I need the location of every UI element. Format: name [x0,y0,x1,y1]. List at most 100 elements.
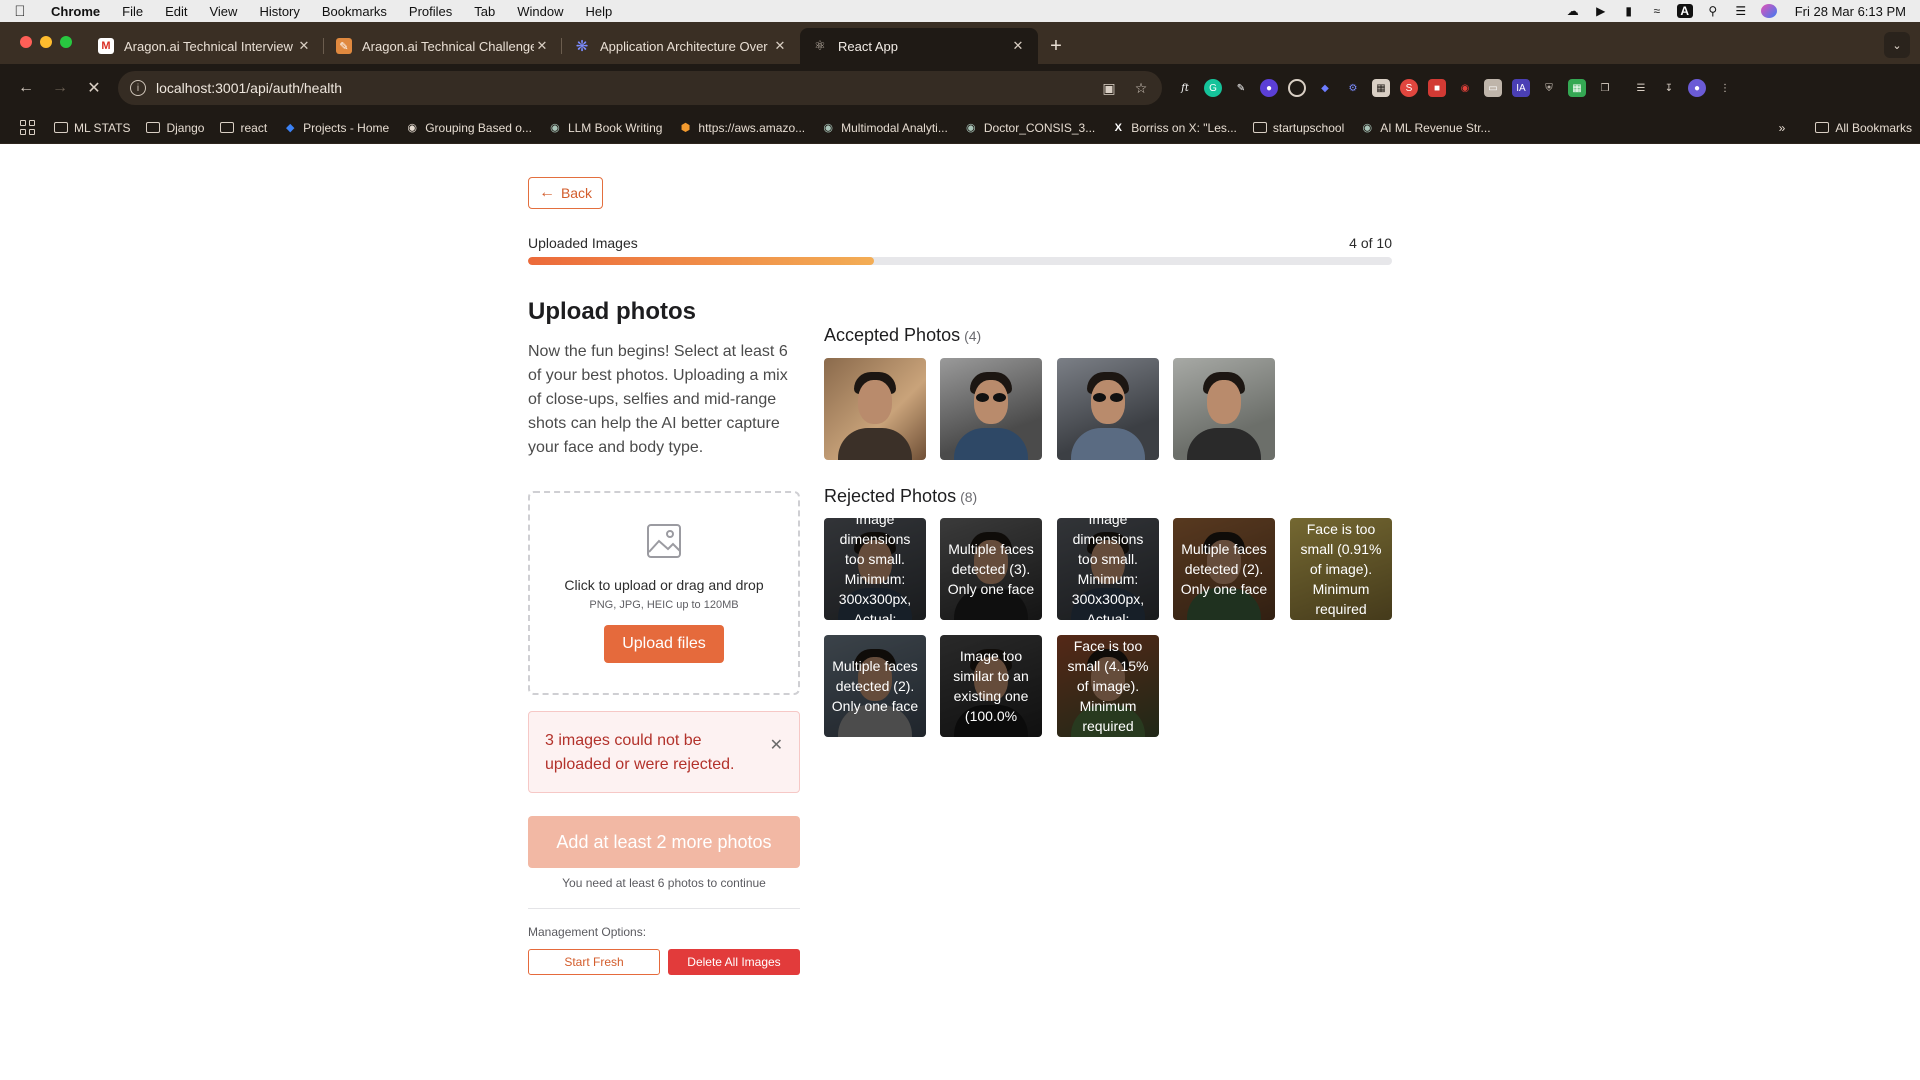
close-tab-icon[interactable]: ✕ [772,38,788,54]
reading-list-icon[interactable]: ☰ [1632,79,1650,97]
accepted-photo[interactable] [1173,358,1275,460]
close-window-icon[interactable] [20,36,32,48]
extension-ft-icon[interactable]: ft [1176,79,1194,97]
site-info-icon[interactable]: i [130,80,146,96]
rejected-photo[interactable]: Image too similar to an existing one (10… [940,635,1042,737]
more-bookmarks-icon[interactable]: » [1771,121,1794,135]
upload-files-button[interactable]: Upload files [604,625,724,663]
grammarly-icon[interactable]: G [1204,79,1222,97]
new-tab-icon[interactable]: + [1038,28,1074,64]
bookmark-folder[interactable]: startupschool [1245,121,1352,135]
menu-app-name[interactable]: Chrome [40,4,111,19]
close-tab-icon[interactable]: ✕ [1010,38,1026,54]
tab-react-app[interactable]: ⚛ React App ✕ [800,28,1038,64]
back-button[interactable]: ← Back [528,177,603,209]
bookmark-folder[interactable]: ML STATS [46,121,138,135]
scribe-icon[interactable]: S [1400,79,1418,97]
accepted-photo[interactable] [824,358,926,460]
control-center-icon[interactable]: ☰ [1733,4,1749,18]
delete-all-images-button[interactable]: Delete All Images [668,949,800,975]
menu-file[interactable]: File [111,4,154,19]
menu-window[interactable]: Window [506,4,574,19]
play-icon[interactable]: ▶ [1593,4,1609,18]
dropper-icon[interactable]: ✎ [1232,79,1250,97]
maximize-window-icon[interactable] [60,36,72,48]
more-menu-icon[interactable]: ⋮ [1716,79,1734,97]
address-bar[interactable]: i localhost:3001/api/auth/health ▣ ☆ [118,71,1162,105]
close-tab-icon[interactable]: ✕ [296,38,312,54]
bookmark-link[interactable]: ◉ AI ML Revenue Str... [1352,121,1498,135]
bookmark-label: https://aws.amazo... [698,120,806,135]
sheets-icon[interactable]: ▦ [1568,79,1586,97]
apps-grid-icon[interactable] [20,119,36,136]
close-alert-icon[interactable]: ✕ [770,734,783,758]
keyboard-input-icon[interactable]: A [1676,4,1693,18]
cloud-icon[interactable]: ☁ [1565,4,1581,18]
bookmark-link[interactable]: X Borriss on X: "Les... [1103,121,1245,135]
rejection-message: Multiple faces detected (2). Only one fa… [1180,541,1268,597]
shield-icon[interactable]: ⛨ [1540,79,1558,97]
bookmark-star-icon[interactable]: ☆ [1132,80,1150,97]
menu-help[interactable]: Help [575,4,624,19]
record-icon[interactable]: ◉ [1456,79,1474,97]
rejected-photo[interactable]: Face is too small (0.91% of image). Mini… [1290,518,1392,620]
upload-dropzone[interactable]: Click to upload or drag and drop PNG, JP… [528,491,800,695]
folder-icon [1252,122,1267,133]
battery-icon[interactable]: ▮ [1621,4,1637,18]
all-bookmarks[interactable]: All Bookmarks [1807,121,1920,135]
bookmark-link[interactable]: ◉ LLM Book Writing [540,121,670,135]
bookmark-link[interactable]: ◆ Projects - Home [275,121,397,135]
qr-icon[interactable]: ▦ [1372,79,1390,97]
wifi-icon[interactable]: ≈ [1649,4,1665,18]
rejected-photo[interactable]: Multiple faces detected (2). Only one fa… [824,635,926,737]
menu-bookmarks[interactable]: Bookmarks [311,4,398,19]
bookmark-link[interactable]: ⬢ https://aws.amazo... [670,121,813,135]
rejected-photo[interactable]: Image dimensions too small. Minimum: 300… [824,518,926,620]
menu-clock[interactable]: Fri 28 Mar 6:13 PM [1795,4,1906,19]
cards-icon[interactable]: ▭ [1484,79,1502,97]
target-icon[interactable] [1288,79,1306,97]
x-logo-icon: X [1114,121,1122,134]
stop-loading-icon[interactable]: ✕ [80,74,108,102]
apple-icon[interactable]:  [0,3,40,20]
bookmark-link[interactable]: ◉ Grouping Based o... [397,121,540,135]
close-tab-icon[interactable]: ✕ [534,38,550,54]
menu-view[interactable]: View [198,4,248,19]
rejected-photo[interactable]: Multiple faces detected (3). Only one fa… [940,518,1042,620]
bookmark-folder[interactable]: Django [138,121,212,135]
ia-icon[interactable]: IA [1512,79,1530,97]
forward-arrow-icon[interactable]: → [46,74,74,102]
bookmark-link[interactable]: ◉ Multimodal Analyti... [813,121,956,135]
bookmark-label: react [240,120,268,135]
rejected-photo[interactable]: Image dimensions too small. Minimum: 300… [1057,518,1159,620]
profile-avatar-icon[interactable]: ● [1688,79,1706,97]
page-document-icon[interactable]: ▣ [1100,80,1118,97]
accepted-photo[interactable] [940,358,1042,460]
tab-aragon-challenge[interactable]: ✎ Aragon.ai Technical Challenge ✕ [324,28,562,64]
tab-search-icon[interactable]: ⌄ [1884,32,1910,58]
address-url[interactable]: localhost:3001/api/auth/health [156,80,1086,96]
bookmark-link[interactable]: ◉ Doctor_CONSIS_3... [956,121,1103,135]
bookmark-folder[interactable]: react [212,121,275,135]
gear-extension-icon[interactable]: ⚙ [1344,79,1362,97]
tab-architecture-overview[interactable]: ❋ Application Architecture Over ✕ [562,28,800,64]
tab-aragon-interview[interactable]: M Aragon.ai Technical Interview ✕ [86,28,324,64]
back-arrow-icon[interactable]: ← [12,74,40,102]
extensions-puzzle-icon[interactable]: ❒ [1596,79,1614,97]
rejected-photo[interactable]: Multiple faces detected (2). Only one fa… [1173,518,1275,620]
menu-profiles[interactable]: Profiles [398,4,463,19]
siri-icon[interactable] [1760,4,1777,18]
accepted-photo[interactable] [1057,358,1159,460]
start-fresh-button[interactable]: Start Fresh [528,949,660,975]
extension-purple-icon[interactable]: ● [1260,79,1278,97]
rejected-photo[interactable]: Face is too small (4.15% of image). Mini… [1057,635,1159,737]
menu-tab[interactable]: Tab [463,4,506,19]
extension-red-icon[interactable]: ■ [1428,79,1446,97]
minimize-window-icon[interactable] [40,36,52,48]
download-icon[interactable]: ↧ [1660,79,1678,97]
spotlight-search-icon[interactable]: ⚲ [1705,4,1721,18]
continue-button[interactable]: Add at least 2 more photos [528,816,800,868]
drop-icon[interactable]: ◆ [1316,79,1334,97]
menu-history[interactable]: History [248,4,310,19]
menu-edit[interactable]: Edit [154,4,198,19]
